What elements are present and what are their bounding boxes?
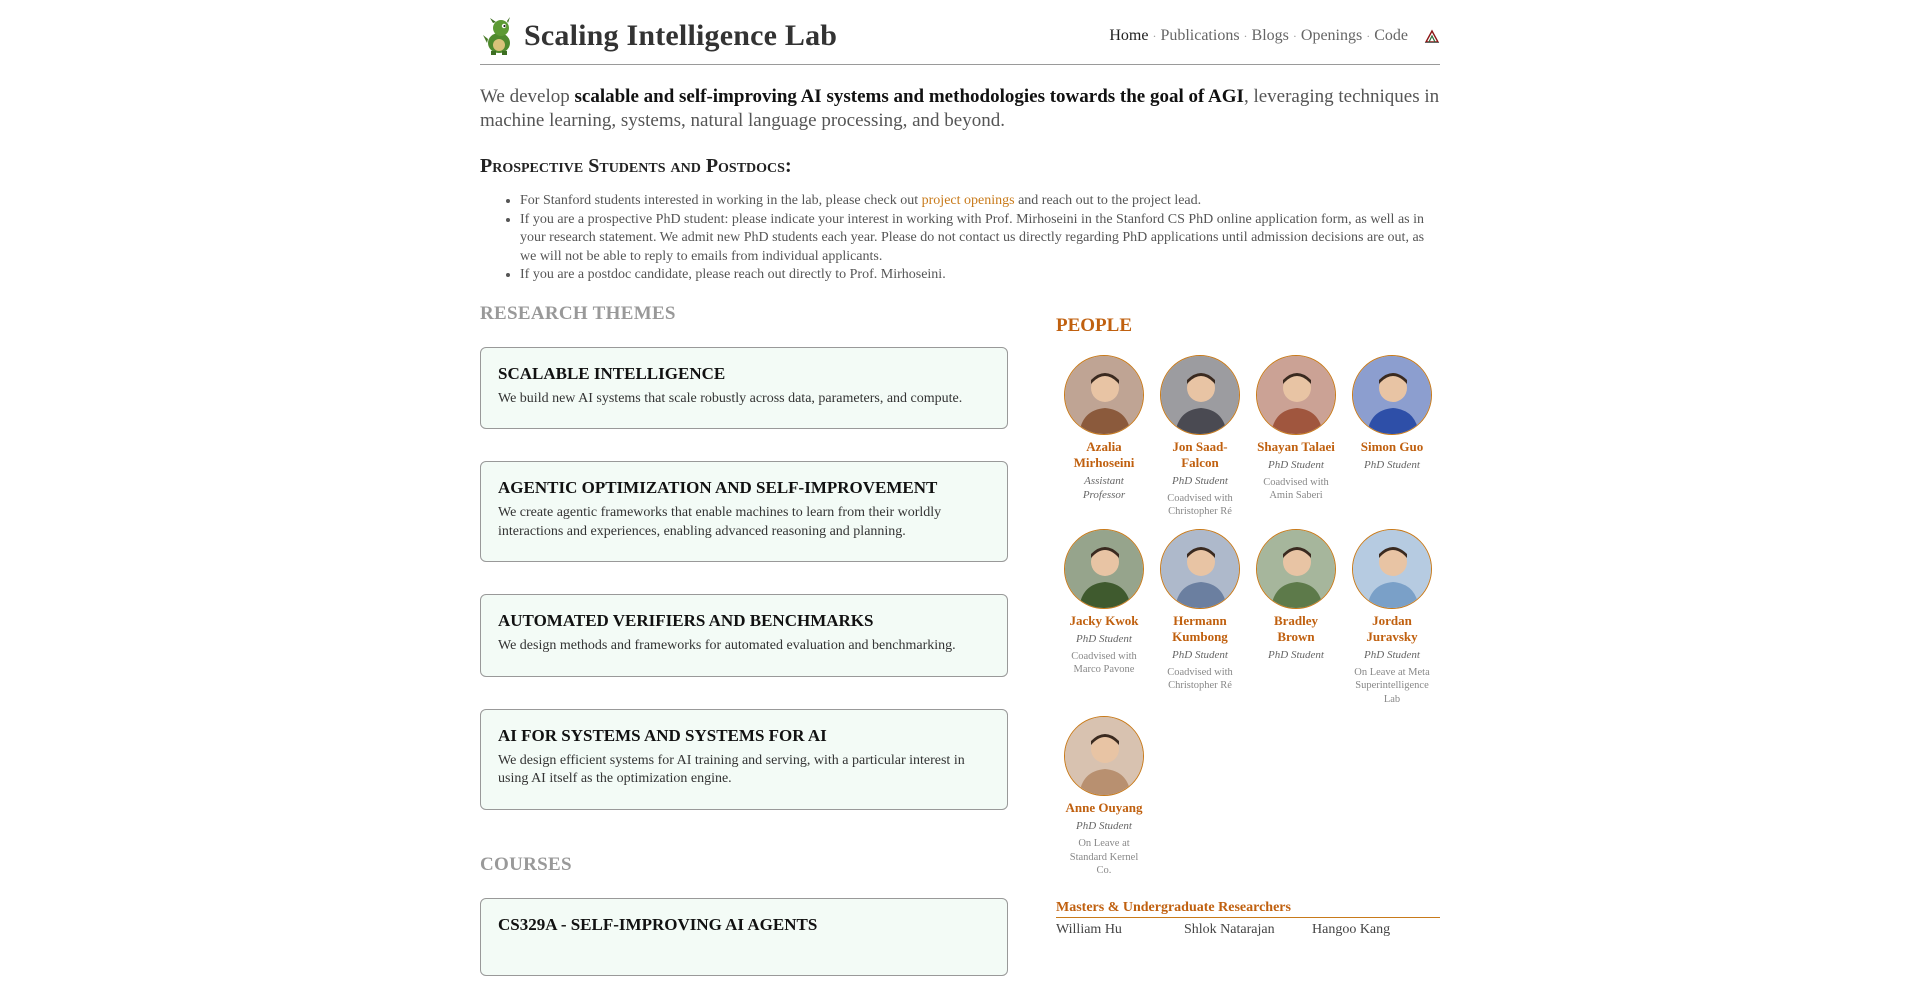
masters-list: William Hu Shlok Natarajan Hangoo Kang bbox=[1056, 922, 1440, 938]
person-card-shayan-talaei[interactable]: Shayan Talaei PhD Student Coadvised with A… bbox=[1248, 354, 1344, 519]
course-card[interactable]: CS329A - Self-Improving AI Agents bbox=[480, 897, 1008, 976]
main-nav: Home · Publications · Blogs · Openings ·… bbox=[1109, 27, 1440, 45]
brand[interactable]: Scaling Intelligence Lab bbox=[480, 17, 837, 55]
person-role: PhD Student bbox=[1268, 458, 1324, 471]
avatar[interactable] bbox=[1064, 354, 1144, 435]
person-name[interactable]: Anne Ouyang bbox=[1064, 800, 1144, 816]
theme-description: We design efficient systems for AI train… bbox=[498, 752, 965, 787]
nav-separator: · bbox=[1366, 28, 1371, 43]
person-role: PhD Student bbox=[1076, 820, 1132, 832]
person-note: Coadvised with Christopher Ré bbox=[1167, 492, 1233, 518]
person-card-hermann-kumbong[interactable]: Hermann Kumbong PhD Student Coadvised with… bbox=[1152, 528, 1248, 707]
dragon-logo-icon[interactable] bbox=[480, 17, 518, 55]
masters-heading: Masters & Undergraduate Researchers bbox=[1056, 900, 1440, 918]
theme-title: Agentic Optimization and Self-Improvemen… bbox=[498, 478, 938, 497]
person-name[interactable]: Jon Saad-Falcon bbox=[1160, 439, 1240, 471]
person-card-anne-ouyang[interactable]: Anne Ouyang PhD Student On Leave at Standa… bbox=[1056, 716, 1152, 878]
masters-name: Shlok Natarajan bbox=[1184, 921, 1275, 937]
theme-description: We create agentic frameworks that enable… bbox=[498, 505, 942, 539]
research-column: Research Themes Scalable Intelligence We… bbox=[480, 303, 1008, 976]
person-note: On Leave at Meta Superintelligence Lab bbox=[1354, 666, 1430, 705]
person-role: Assistant Professor bbox=[1082, 474, 1126, 501]
nav-publications[interactable]: Publications bbox=[1160, 27, 1239, 45]
person-card-jon-saad-falcon[interactable]: Jon Saad-Falcon PhD Student Coadvised with… bbox=[1152, 354, 1248, 519]
people-column: People Azalia Mirhoseini Assistant Profes… bbox=[1056, 303, 1440, 976]
person-note: Coadvised with Amin Saberi bbox=[1263, 476, 1329, 502]
person-note: Coadvised with Marco Pavone bbox=[1071, 650, 1137, 676]
intro-emphasis: scalable and self-improving AI systems a… bbox=[574, 86, 1244, 107]
person-role: PhD Student bbox=[1364, 458, 1420, 471]
person-card-bradley-brown[interactable]: Bradley Brown PhD Student bbox=[1248, 528, 1344, 707]
nav-separator: · bbox=[1243, 28, 1248, 43]
main-columns: Research Themes Scalable Intelligence We… bbox=[480, 303, 1440, 976]
nav-home[interactable]: Home bbox=[1109, 27, 1148, 45]
courses-heading: Courses bbox=[480, 853, 572, 875]
research-heading: Research Themes bbox=[480, 302, 676, 324]
person-name[interactable]: Simon Guo bbox=[1352, 439, 1432, 455]
list-item: If you are a postdoc candidate, please r… bbox=[520, 266, 1440, 285]
masters-name: William Hu bbox=[1056, 921, 1122, 937]
theme-card: Automated Verifiers and Benchmarks We de… bbox=[480, 594, 1008, 677]
course-title[interactable]: CS329A - Self-Improving AI Agents bbox=[498, 915, 991, 935]
nav-blogs[interactable]: Blogs bbox=[1252, 27, 1289, 45]
person-role: PhD Student bbox=[1172, 648, 1228, 661]
person-name[interactable]: Azalia Mirhoseini bbox=[1064, 439, 1144, 471]
theme-description: We build new AI systems that scale robus… bbox=[498, 390, 963, 406]
person-card-simon-guo[interactable]: Simon Guo PhD Student bbox=[1344, 354, 1440, 519]
people-grid: Azalia Mirhoseini Assistant Professor Jon … bbox=[1056, 354, 1440, 878]
project-openings-link[interactable]: project openings bbox=[922, 193, 1015, 208]
avatar[interactable] bbox=[1064, 528, 1144, 609]
theme-title: AI for Systems and Systems for AI bbox=[498, 725, 827, 745]
theme-card: AI for Systems and Systems for AI We des… bbox=[480, 708, 1008, 810]
prospective-text: and reach out to the project lead. bbox=[1014, 193, 1202, 208]
theme-card: Agentic Optimization and Self-Improvemen… bbox=[480, 461, 1008, 562]
person-card-jordan-juravsky[interactable]: Jordan Juravsky PhD Student On Leave at Me… bbox=[1344, 528, 1440, 707]
person-note: Coadvised with Christopher Ré bbox=[1167, 666, 1233, 692]
avatar[interactable] bbox=[1160, 528, 1240, 609]
person-role: PhD Student bbox=[1172, 474, 1228, 487]
person-role: PhD Student bbox=[1268, 648, 1324, 661]
masters-name: Hangoo Kang bbox=[1312, 921, 1391, 937]
avatar[interactable] bbox=[1064, 716, 1144, 796]
avatar[interactable] bbox=[1352, 354, 1432, 435]
masthead: Scaling Intelligence Lab Home · Publicat… bbox=[480, 14, 1440, 65]
person-name[interactable]: Jacky Kwok bbox=[1064, 613, 1144, 629]
site-title[interactable]: Scaling Intelligence Lab bbox=[524, 19, 837, 53]
person-role: PhD Student bbox=[1076, 632, 1132, 645]
avatar[interactable] bbox=[1256, 354, 1336, 435]
person-name[interactable]: Shayan Talaei bbox=[1256, 439, 1336, 455]
prospective-heading: Prospective Students and Postdocs: bbox=[480, 155, 792, 177]
nav-code[interactable]: Code bbox=[1374, 27, 1408, 45]
person-name[interactable]: Hermann Kumbong bbox=[1160, 613, 1240, 645]
person-card-jacky-kwok[interactable]: Jacky Kwok PhD Student Coadvised with Marc… bbox=[1056, 528, 1152, 707]
prospective-text: For Stanford students interested in work… bbox=[520, 193, 922, 208]
theme-card: Scalable Intelligence We build new AI sy… bbox=[480, 346, 1008, 429]
stanford-tree-icon[interactable] bbox=[1424, 28, 1440, 44]
list-item: For Stanford students interested in work… bbox=[520, 192, 1440, 211]
prospective-list: For Stanford students interested in work… bbox=[480, 192, 1440, 285]
avatar[interactable] bbox=[1160, 354, 1240, 435]
nav-separator: · bbox=[1152, 28, 1157, 43]
nav-separator: · bbox=[1292, 28, 1297, 43]
person-name[interactable]: Jordan Juravsky bbox=[1352, 613, 1432, 645]
theme-title: Automated Verifiers and Benchmarks bbox=[498, 611, 874, 630]
page: Scaling Intelligence Lab Home · Publicat… bbox=[480, 0, 1440, 976]
people-heading: People bbox=[1056, 314, 1133, 336]
theme-description: We design methods and frameworks for aut… bbox=[498, 638, 956, 653]
person-note: On Leave at Standard Kernel Co. bbox=[1069, 838, 1139, 876]
theme-title: Scalable Intelligence bbox=[498, 363, 726, 383]
person-name[interactable]: Bradley Brown bbox=[1256, 613, 1336, 645]
intro-prefix: We develop bbox=[480, 86, 575, 107]
avatar[interactable] bbox=[1256, 528, 1336, 609]
person-card-azalia-mirhoseini[interactable]: Azalia Mirhoseini Assistant Professor bbox=[1056, 354, 1152, 519]
avatar[interactable] bbox=[1352, 528, 1432, 609]
intro-statement: We develop scalable and self-improving A… bbox=[480, 85, 1440, 133]
list-item: If you are a prospective PhD student: pl… bbox=[520, 211, 1440, 267]
nav-openings[interactable]: Openings bbox=[1301, 27, 1362, 45]
person-role: PhD Student bbox=[1364, 648, 1420, 661]
